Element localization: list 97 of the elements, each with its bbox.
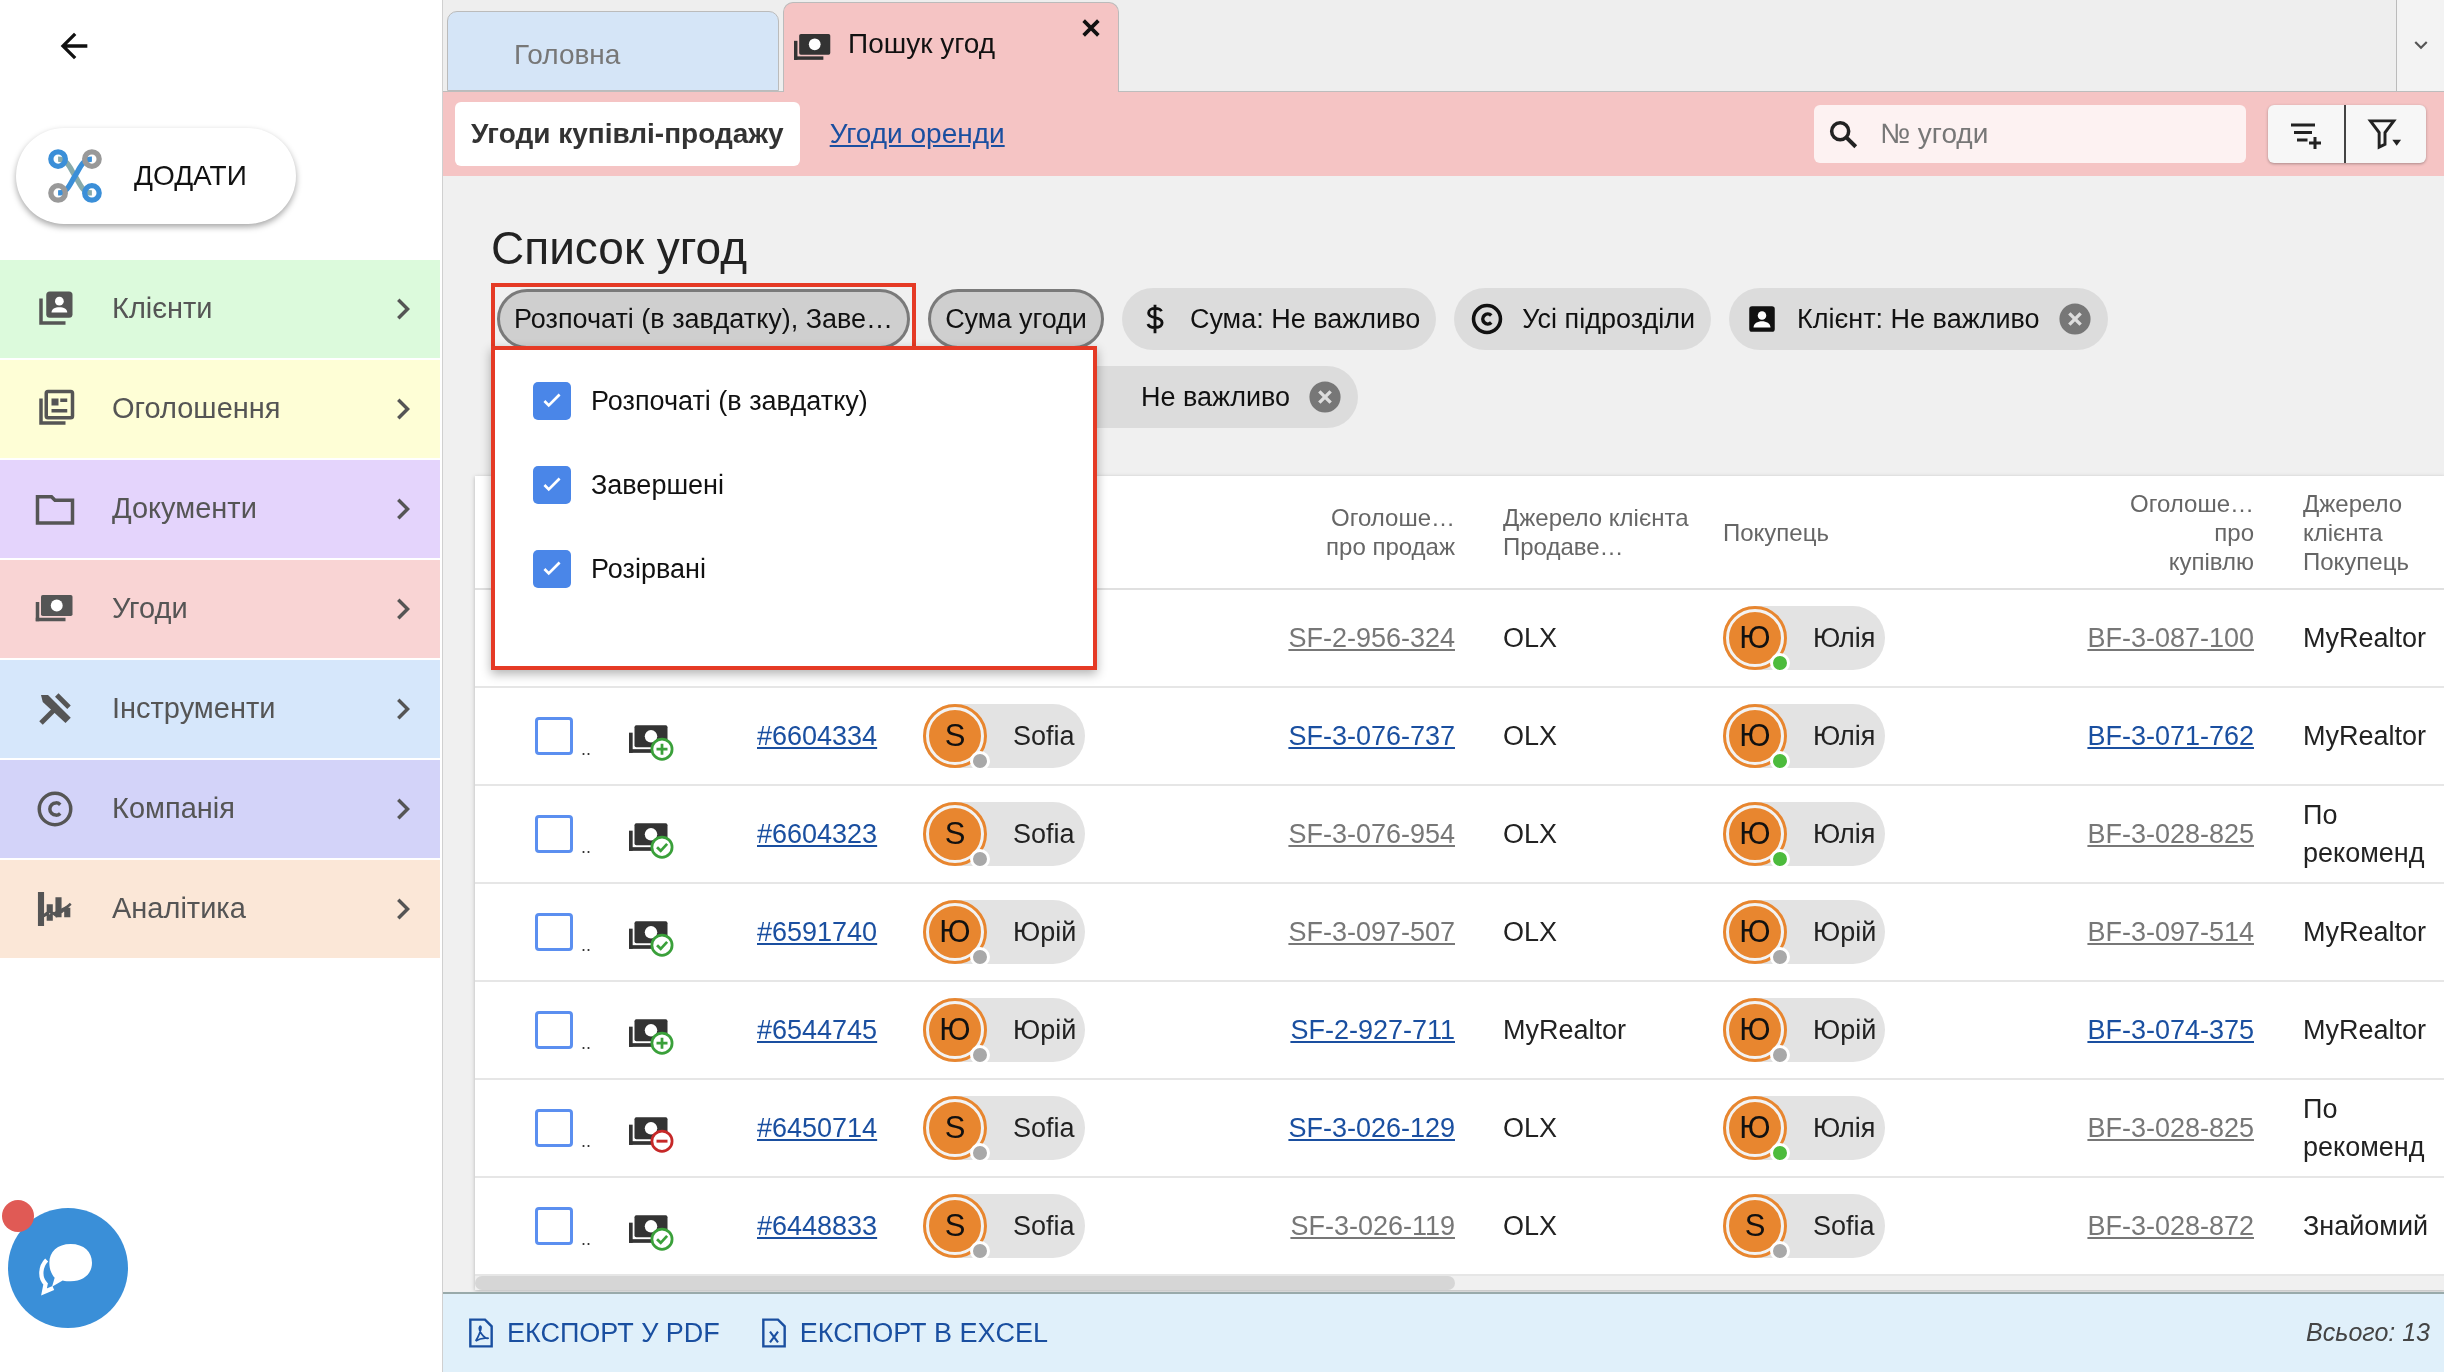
table-cell: OLX [1503,1210,1558,1241]
row-menu-dots[interactable]: .. [581,1130,591,1151]
clear-icon[interactable] [2057,302,2092,336]
column-header[interactable]: Оголоше… про купівлю [2124,488,2254,576]
table-cell: OLX [1503,916,1558,947]
listing-link[interactable]: SF-3-076-737 [1288,720,1455,751]
table-cell-text: MyRealtor [2303,1014,2428,1047]
checkbox[interactable] [533,550,571,588]
chevron-right-icon [396,698,410,720]
deal-link[interactable]: #6604323 [757,818,878,849]
person-chip[interactable]: Ю Юрій [923,900,1085,964]
person-chip[interactable]: Ю Юлія [1723,606,1885,670]
row-menu-dots[interactable]: .. [581,934,591,955]
export-button[interactable]: ЕКСПОРТ В EXCEL [757,1312,1048,1354]
table-cell: OLX [1503,622,1558,653]
chevron-right-icon [396,798,410,820]
copyright-icon [1470,302,1505,336]
table-cell: OLX [1503,818,1558,849]
search-field[interactable]: № угоди [1814,105,2246,163]
person-chip[interactable]: S Sofia [923,1096,1085,1160]
person-chip[interactable]: S Sofia [923,802,1085,866]
chevron-right-icon [396,398,410,420]
table-cell-text: MyRealtor [2303,916,2428,949]
logo-icon [46,147,104,205]
deal-link[interactable]: #6604334 [757,720,878,751]
column-header[interactable]: Джерело клієнта Продаве… [1503,503,1703,561]
checkbox[interactable] [533,466,571,504]
table-cell: OLX [1503,720,1558,751]
person-chip[interactable]: Ю Юрій [923,998,1085,1062]
filter-chip[interactable]: Сума угоди [928,289,1104,349]
checkbox[interactable] [535,717,573,755]
person-chip[interactable]: S Sofia [923,1194,1085,1258]
deal-link[interactable]: #6591740 [757,916,878,947]
table-cell: OLX [1503,1112,1558,1143]
person-chip[interactable]: Ю Юлія [1723,704,1885,768]
table-cell-text: Знайомий [2303,1210,2430,1243]
total-count: Всього: 13 [2306,1317,2430,1349]
chevron-right-icon [396,298,410,320]
listing-link[interactable]: BF-3-071-762 [2087,720,2254,751]
export-button[interactable]: ЕКСПОРТ У PDF [465,1312,720,1354]
deal-link[interactable]: #6544745 [757,1014,878,1045]
table-cell-text: По рекоменд [2303,799,2426,870]
menu-item[interactable]: Інструменти [0,660,440,758]
tab[interactable]: Пошук угод [783,2,1119,92]
checkbox[interactable] [533,382,571,420]
tabs-menu-button[interactable] [2396,0,2444,91]
table-cell-text: По рекоменд [2303,1093,2426,1164]
chevron-right-icon [396,498,410,520]
menu-item[interactable]: Угоди [0,560,440,658]
listing-link[interactable]: BF-3-074-375 [2087,1014,2254,1045]
checkbox[interactable] [535,815,573,853]
horizontal-scrollbar[interactable] [475,1276,2444,1290]
table-cell-text: MyRealtor [2303,720,2428,753]
deal-link[interactable]: #6450714 [757,1112,878,1143]
chevron-right-icon [396,598,410,620]
listing-link[interactable]: SF-3-026-129 [1288,1112,1455,1143]
person-chip[interactable]: S Sofia [923,704,1085,768]
menu-item[interactable]: Компанія [0,760,440,858]
person-chip[interactable]: S Sofia [1723,1194,1885,1258]
filter-chip[interactable]: Сума: Не важливо [1121,288,1437,350]
segment-tab[interactable]: Угоди купівлі-продажу [455,102,800,166]
row-menu-dots[interactable]: .. [581,1228,591,1249]
checkbox[interactable] [535,1207,573,1245]
deal-link[interactable]: #6448833 [757,1210,878,1241]
column-header[interactable]: Оголоше… про продаж [1325,503,1455,561]
add-button[interactable]: ДОДАТИ [16,128,296,224]
search-input[interactable]: № угоди [1880,113,2246,155]
menu-item[interactable]: Оголошення [0,360,440,458]
column-header[interactable]: Покупець [1723,517,2001,547]
person-chip[interactable]: Ю Юрій [1723,998,1885,1062]
listing-link[interactable]: SF-2-927-711 [1290,1014,1455,1045]
chevron-right-icon [396,898,410,920]
person-chip[interactable]: Ю Юлія [1723,802,1885,866]
dropdown-option[interactable]: Розірвані [533,550,1093,588]
table-cell-text: MyRealtor [2303,622,2428,655]
menu-item[interactable]: Аналітика [0,860,440,958]
filter-chip[interactable]: Клієнт: Не важливо [1729,288,2108,350]
funnel-icon [2366,116,2404,152]
dropdown-option[interactable]: Завершені [533,466,1093,504]
person-chip[interactable]: Ю Юлія [1723,1096,1885,1160]
filter-chip[interactable]: Розпочаті (в завдатку), Заве… [497,289,911,349]
menu-item[interactable]: Документи [0,460,440,558]
close-icon[interactable] [1080,17,1102,39]
row-menu-dots[interactable]: .. [581,836,591,857]
person-chip[interactable]: Ю Юрій [1723,900,1885,964]
column-header[interactable]: Джерело клієнта Покупець [2303,488,2444,576]
checkbox[interactable] [535,913,573,951]
clear-icon[interactable] [1308,380,1343,414]
row-menu-dots[interactable]: .. [581,1032,591,1053]
page-title: Список угод [491,221,747,276]
checkbox[interactable] [535,1011,573,1049]
filter-chip[interactable]: Усі підрозділи [1454,288,1712,350]
row-menu-dots[interactable]: .. [581,738,591,759]
checkbox[interactable] [535,1109,573,1147]
segment-link[interactable]: Угоди оренди [821,102,1013,166]
table-cell: MyRealtor [1503,1014,1627,1045]
menu-item[interactable]: Клієнти [0,260,440,358]
